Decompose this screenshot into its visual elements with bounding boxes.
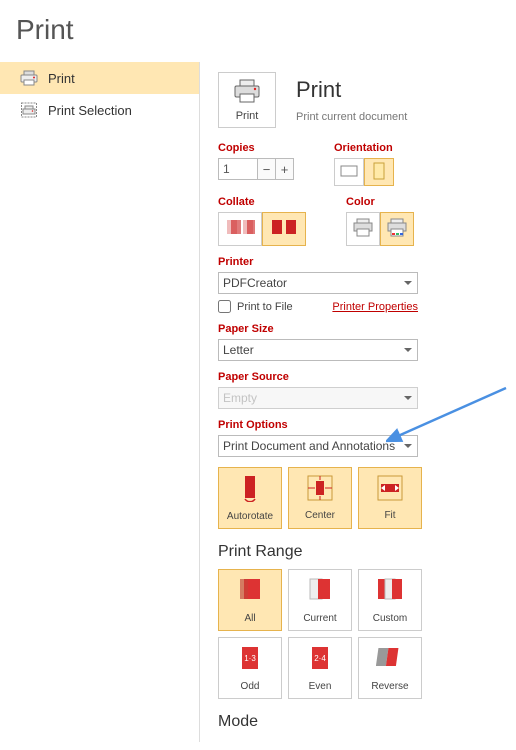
printer-select[interactable]: PDFCreator bbox=[218, 272, 418, 294]
print-range-heading: Print Range bbox=[218, 543, 500, 561]
orientation-label: Orientation bbox=[334, 142, 394, 154]
pages-reverse-icon bbox=[376, 644, 404, 675]
collate-on-icon bbox=[269, 216, 299, 243]
center-icon bbox=[307, 475, 333, 504]
pages-custom-icon bbox=[376, 576, 404, 607]
copies-decrement[interactable]: − bbox=[257, 159, 275, 179]
range-odd[interactable]: 1·3 Odd bbox=[218, 637, 282, 699]
paper-source-label: Paper Source bbox=[218, 371, 500, 383]
print-button[interactable]: Print bbox=[218, 72, 276, 128]
collate-label: Collate bbox=[218, 196, 306, 208]
content-subheading: Print current document bbox=[296, 111, 407, 123]
printer-icon bbox=[20, 70, 38, 86]
pages-all-icon bbox=[237, 576, 263, 607]
print-to-file-checkbox[interactable] bbox=[218, 300, 231, 313]
color-color[interactable] bbox=[380, 212, 414, 246]
paper-size-label: Paper Size bbox=[218, 323, 500, 335]
sidebar-item-print-selection[interactable]: Print Selection bbox=[0, 94, 199, 126]
svg-text:2·4: 2·4 bbox=[314, 654, 326, 663]
collate-off-icon bbox=[225, 216, 255, 243]
printer-selection-icon bbox=[20, 102, 38, 118]
paper-source-select: Empty bbox=[218, 387, 418, 409]
print-button-label: Print bbox=[236, 110, 259, 122]
mode-heading: Mode bbox=[218, 713, 500, 731]
landscape-icon bbox=[340, 164, 358, 181]
sidebar: Print Print Selection bbox=[0, 62, 200, 742]
tile-autorotate[interactable]: Autorotate bbox=[218, 467, 282, 529]
sidebar-item-label: Print Selection bbox=[48, 103, 132, 118]
page-title: Print bbox=[0, 0, 516, 62]
orientation-landscape[interactable] bbox=[334, 158, 364, 186]
pages-current-icon bbox=[307, 576, 333, 607]
tile-center[interactable]: Center bbox=[288, 467, 352, 529]
print-options-label: Print Options bbox=[218, 419, 500, 431]
print-options-select[interactable]: Print Document and Annotations bbox=[218, 435, 418, 457]
color-label: Color bbox=[346, 196, 414, 208]
fit-icon bbox=[377, 475, 403, 504]
printer-properties-link[interactable]: Printer Properties bbox=[332, 301, 418, 313]
copies-label: Copies bbox=[218, 142, 294, 154]
range-custom[interactable]: Custom bbox=[358, 569, 422, 631]
sidebar-item-print[interactable]: Print bbox=[0, 62, 199, 94]
orientation-portrait[interactable] bbox=[364, 158, 394, 186]
copies-stepper[interactable]: − + bbox=[218, 158, 294, 180]
content: Print Print Print current document Copie… bbox=[200, 62, 500, 742]
portrait-icon bbox=[372, 162, 386, 183]
tile-fit[interactable]: Fit bbox=[358, 467, 422, 529]
copies-input[interactable] bbox=[219, 159, 257, 179]
range-even[interactable]: 2·4 Even bbox=[288, 637, 352, 699]
svg-text:1·3: 1·3 bbox=[244, 654, 256, 663]
printer-label: Printer bbox=[218, 256, 500, 268]
autorotate-icon bbox=[239, 474, 261, 505]
pages-even-icon: 2·4 bbox=[308, 644, 332, 675]
range-current[interactable]: Current bbox=[288, 569, 352, 631]
color-mono[interactable] bbox=[346, 212, 380, 246]
print-to-file[interactable]: Print to File bbox=[218, 300, 293, 313]
range-all[interactable]: All bbox=[218, 569, 282, 631]
copies-increment[interactable]: + bbox=[275, 159, 293, 179]
paper-size-select[interactable]: Letter bbox=[218, 339, 418, 361]
pages-odd-icon: 1·3 bbox=[238, 644, 262, 675]
range-reverse[interactable]: Reverse bbox=[358, 637, 422, 699]
printer-color-icon bbox=[386, 218, 408, 241]
sidebar-item-label: Print bbox=[48, 71, 75, 86]
content-heading: Print bbox=[296, 77, 407, 103]
printer-mono-icon bbox=[352, 218, 374, 241]
collate-on[interactable] bbox=[262, 212, 306, 246]
printer-icon bbox=[233, 79, 261, 106]
collate-off[interactable] bbox=[218, 212, 262, 246]
